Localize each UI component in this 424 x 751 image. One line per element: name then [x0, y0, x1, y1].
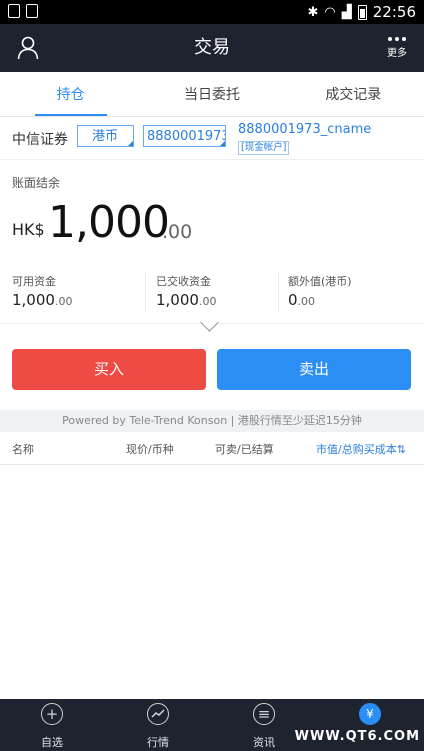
tab-trade-records[interactable]: 成交记录 — [283, 72, 424, 116]
nav-market[interactable]: 行情 — [118, 699, 198, 751]
buy-button[interactable]: 买入 — [12, 349, 206, 390]
market-select[interactable]: 港币 — [77, 125, 134, 147]
col-market-value[interactable]: 市值/总购买成本⇅ — [316, 441, 406, 457]
extra-value-label: 额外值(港币) — [288, 275, 352, 288]
account-name: 8880001973_cname — [238, 122, 372, 137]
available-funds-label: 可用资金 — [12, 275, 56, 288]
account-type-badge: [现金帐户] — [238, 141, 290, 155]
chevron-down-icon[interactable] — [200, 313, 219, 332]
settled-funds-label: 已交收资金 — [156, 275, 211, 288]
col-price: 现价/币种 — [126, 443, 174, 456]
broker-name: 中信证券 — [12, 132, 68, 148]
account-row: 中信证券 港币 8880001973 8880001973_cname [现金帐… — [0, 117, 424, 160]
available-funds-value: 1,000.00 — [12, 291, 73, 309]
chart-line-icon — [147, 703, 169, 725]
status-time: 22:56 — [372, 3, 416, 21]
image-notification-icon — [26, 4, 38, 18]
page-title: 交易 — [194, 37, 230, 58]
tab-bar: 持仓 当日委托 成交记录 — [0, 72, 424, 117]
watermark: WWW.QT6.COM — [294, 729, 420, 744]
wifi-icon: ◠ — [324, 4, 336, 20]
col-name: 名称 — [12, 443, 34, 456]
col-sellable: 可卖/已结算 — [215, 443, 274, 456]
stat-divider — [145, 273, 146, 313]
sell-button[interactable]: 卖出 — [217, 349, 411, 390]
balance-label: 账面结余 — [12, 176, 61, 190]
tab-positions[interactable]: 持仓 — [0, 72, 141, 116]
battery-icon — [357, 4, 367, 20]
signal-icon: ▟ — [341, 4, 352, 20]
title-bar: 交易 更多 — [0, 24, 424, 72]
download-notification-icon — [8, 4, 20, 18]
yen-circle-icon: ¥ — [359, 703, 381, 725]
balance-decimal: .00 — [162, 221, 193, 243]
balance-currency: HK$ — [12, 220, 45, 239]
news-icon: ≡ — [253, 703, 275, 725]
sort-arrows-icon[interactable]: ⇅ — [397, 443, 406, 456]
extra-value-value: 0.00 — [288, 291, 316, 309]
stat-divider — [278, 273, 279, 313]
more-button[interactable]: 更多 — [384, 33, 410, 65]
balance-amount: 1,000 — [48, 197, 170, 248]
nav-news[interactable]: ≡ 资讯 — [224, 699, 304, 751]
positions-table-header: 名称 现价/币种 可卖/已结算 市值/总购买成本⇅ — [0, 432, 424, 465]
bluetooth-icon: ✱ — [307, 4, 319, 20]
more-label: 更多 — [387, 48, 407, 59]
account-select[interactable]: 8880001973 — [143, 125, 226, 147]
powered-by-notice: Powered by Tele-Trend Konson | 港股行情至少延迟1… — [0, 410, 424, 432]
add-circle-icon: + — [41, 703, 63, 725]
status-bar: ✱ ◠ ▟ 22:56 — [0, 0, 424, 24]
more-dots-icon — [384, 37, 410, 41]
settled-funds-value: 1,000.00 — [156, 291, 217, 309]
tab-today-orders[interactable]: 当日委托 — [141, 72, 282, 116]
nav-watchlist[interactable]: + 自选 — [12, 699, 92, 751]
